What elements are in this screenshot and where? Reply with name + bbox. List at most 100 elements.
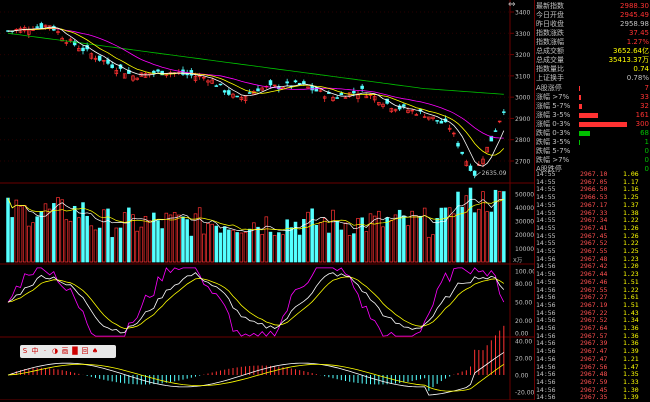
toolbar-icon[interactable]: 画 <box>60 345 70 358</box>
distribution-bar <box>579 86 580 91</box>
volume-bar <box>227 230 230 262</box>
tick-row[interactable]: 14:562967.351.39 <box>535 393 650 402</box>
volume-bar <box>148 221 151 262</box>
volume-bar <box>11 217 14 262</box>
kline-chart-area[interactable]: 340033003200310030002900280027002635.095… <box>0 0 534 400</box>
distribution-row: A股涨停7 <box>535 84 650 93</box>
candle-body <box>469 166 472 171</box>
candle-body <box>248 93 251 94</box>
volume-bar <box>482 192 485 262</box>
kdj-tick-label: 80.00 <box>515 281 532 288</box>
candle-body <box>98 56 101 60</box>
volume-bar <box>415 216 418 262</box>
volume-bar <box>290 228 293 262</box>
candle-body <box>494 131 497 132</box>
stat-value: 2945.49 <box>620 11 649 20</box>
toolbar-icon[interactable]: ◑ <box>50 345 60 358</box>
distribution-count: 0 <box>645 147 649 156</box>
candle-body <box>361 86 364 88</box>
candle-body <box>436 120 439 121</box>
distribution-label: A股涨停 <box>536 84 562 93</box>
volume-bar <box>19 207 22 262</box>
volume-bar <box>7 198 10 262</box>
toolbar-icon[interactable]: · <box>40 345 50 358</box>
volume-bar <box>257 227 260 262</box>
volume-bar <box>265 217 268 262</box>
volume-bar <box>82 203 85 262</box>
volume-bar <box>452 214 455 262</box>
toolbar-icon[interactable]: █ <box>70 345 80 358</box>
volume-bar <box>236 232 239 262</box>
candle-body <box>440 121 443 123</box>
distribution-label: 跌幅 >7% <box>536 156 569 165</box>
chart-canvas[interactable]: 340033003200310030002900280027002635.095… <box>0 0 534 400</box>
stat-row: 指数涨幅1.27% <box>535 38 650 47</box>
volume-bar <box>211 224 214 262</box>
stat-label: 指数量比 <box>536 65 564 74</box>
volume-unit-label: X万 <box>513 257 523 264</box>
distribution-row: 跌幅 0-3%68 <box>535 129 650 138</box>
distribution-row: 涨幅 >7%33 <box>535 93 650 102</box>
volume-bar <box>132 215 135 262</box>
volume-bar <box>169 215 172 262</box>
stat-value: 0.74 <box>633 65 649 74</box>
pan-arrows-icon[interactable]: ⇔ <box>508 0 516 10</box>
price-tick-label: 2700 <box>515 159 530 166</box>
volume-bar <box>161 229 164 262</box>
volume-bar <box>194 214 197 262</box>
volume-bar <box>73 206 76 262</box>
volume-bar <box>94 230 97 262</box>
price-tick-label: 3400 <box>515 10 530 17</box>
volume-bar <box>273 235 276 262</box>
macd-tick-label: 0.00 <box>515 373 529 380</box>
volume-bar <box>298 235 301 262</box>
distribution-row: 涨幅 0-3%300 <box>535 120 650 129</box>
volume-bar <box>315 225 318 262</box>
volume-bar <box>207 223 210 262</box>
toolbar-icon[interactable]: ♠ <box>90 345 100 358</box>
volume-bar <box>490 212 493 262</box>
candle-body <box>219 84 222 85</box>
stat-label: 指数涨跌 <box>536 29 564 38</box>
distribution-bar <box>579 131 590 136</box>
tick-time: 14:56 <box>536 393 556 402</box>
floating-toolbar[interactable]: S中·◑画█回♠ <box>20 345 116 358</box>
volume-bar <box>48 209 51 262</box>
stat-label: 总成交量 <box>536 56 564 65</box>
volume-bar <box>44 204 47 262</box>
toolbar-icon[interactable]: S <box>20 345 30 358</box>
candle-body <box>223 91 226 93</box>
volume-bar <box>215 226 218 262</box>
volume-bar <box>69 221 72 262</box>
price-tick-label: 3300 <box>515 31 530 38</box>
candle-body <box>311 86 314 90</box>
volume-bar <box>336 222 339 262</box>
kdj-tick-label: 0.00 <box>515 331 529 338</box>
toolbar-icon[interactable]: 中 <box>30 345 40 358</box>
distribution-label: 涨幅 3-5% <box>536 111 570 120</box>
macd-dif-line <box>8 352 504 395</box>
price-tick-label: 3100 <box>515 73 530 80</box>
volume-bar <box>115 228 118 262</box>
volume-bar <box>486 212 489 262</box>
volume-bar <box>344 223 347 262</box>
candle-body <box>269 81 272 85</box>
toolbar-icon[interactable]: 回 <box>80 345 90 358</box>
volume-bar <box>119 228 122 262</box>
macd-tick-label: 40.00 <box>515 339 532 346</box>
volume-bar <box>36 217 39 262</box>
volume-bar <box>323 218 326 262</box>
distribution-row: 涨幅 5-7%32 <box>535 102 650 111</box>
stat-row: 今日开盘2945.49 <box>535 11 650 20</box>
volume-bar <box>140 227 143 262</box>
stat-row: 最新指数2988.30 <box>535 2 650 11</box>
volume-bar <box>40 211 43 262</box>
volume-bar <box>269 232 272 262</box>
volume-bar <box>436 218 439 262</box>
candle-body <box>461 152 464 153</box>
price-tick-label: 3200 <box>515 52 530 59</box>
volume-bar <box>65 220 68 262</box>
candle-body <box>111 65 114 68</box>
candle-body <box>352 91 355 93</box>
volume-bar <box>61 200 64 262</box>
